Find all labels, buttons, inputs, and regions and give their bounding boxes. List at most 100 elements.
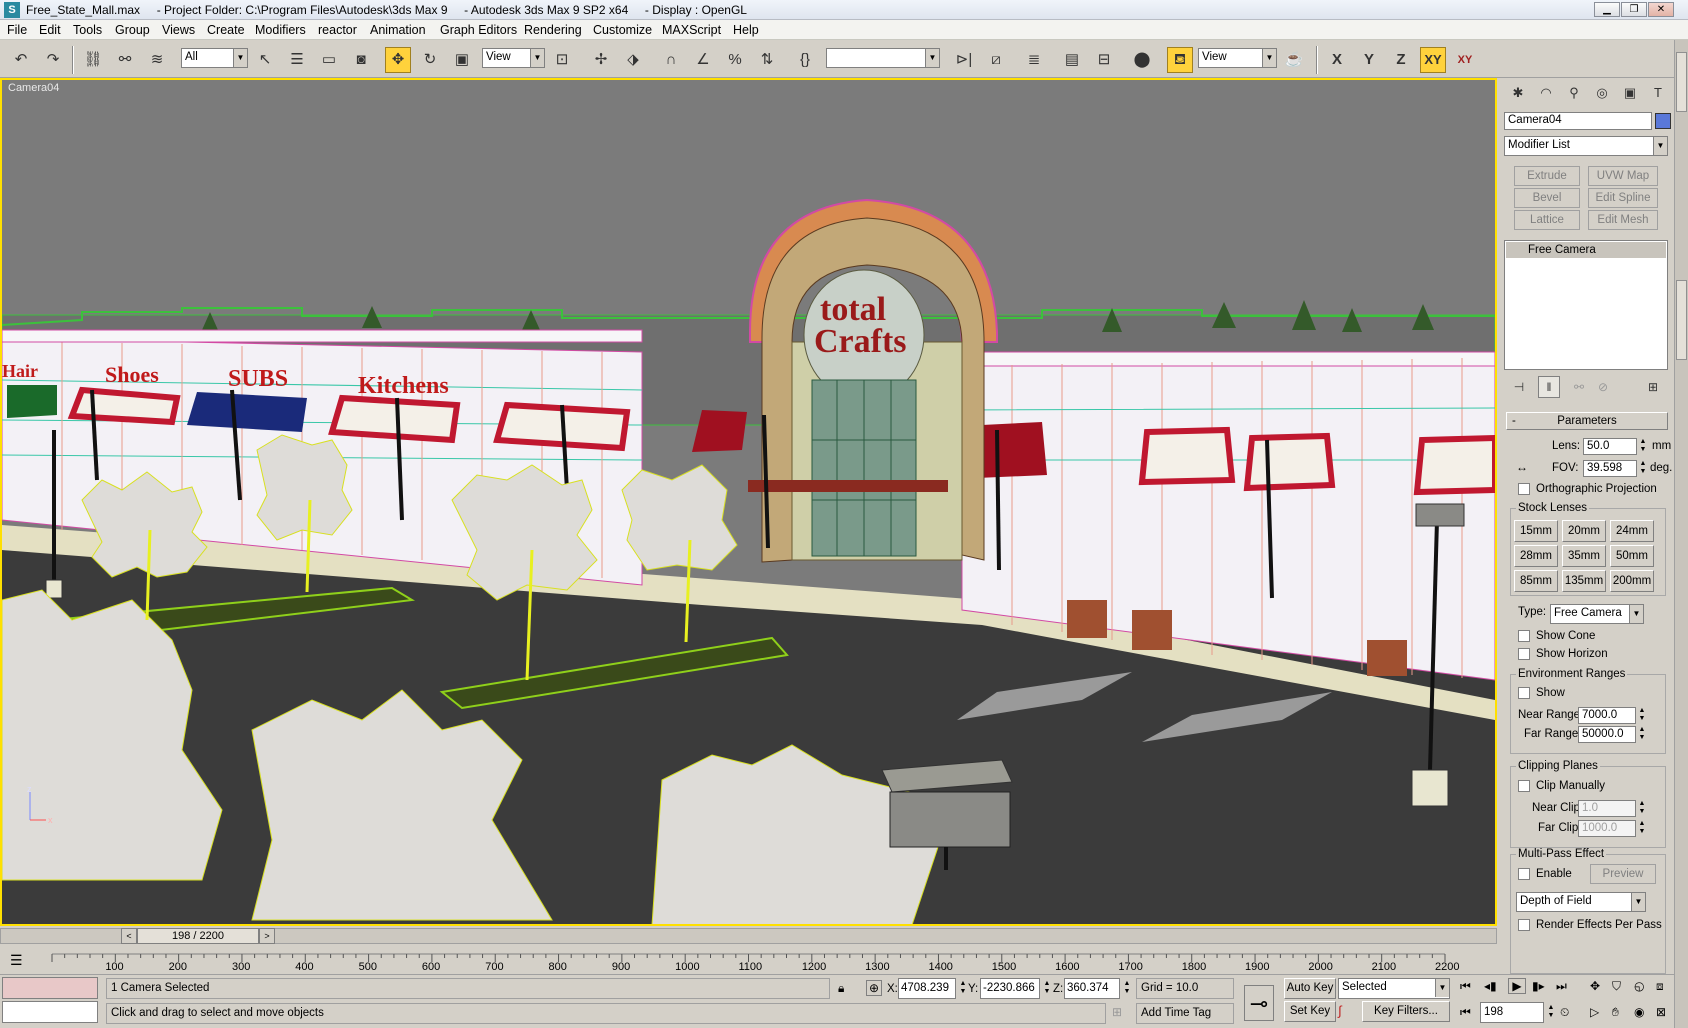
fov-spinner[interactable]: ▲ ▼ [1638,460,1648,477]
display-tab-icon[interactable]: ▣ [1618,82,1642,104]
viewport-label[interactable]: Camera04 [8,82,59,94]
z-spinner[interactable]: ▲ ▼ [1122,980,1132,997]
select-and-rotate-icon[interactable]: ↻ [417,47,443,73]
render-effects-checkbox[interactable] [1518,919,1530,931]
configure-modifier-sets-icon[interactable]: ⊞ [1642,376,1664,398]
use-pivot-center-icon[interactable]: ⊡ [549,47,575,73]
object-color-swatch[interactable] [1655,113,1671,129]
menu-rendering[interactable]: Rendering [524,23,582,37]
reference-coordinate-dropdown[interactable]: View ▼ [482,48,545,68]
app-icon[interactable]: S [4,2,20,18]
edit-spline-button[interactable]: Edit Spline [1588,188,1658,208]
show-cone-checkbox[interactable] [1518,630,1530,642]
lens-85mm-button[interactable]: 85mm [1514,570,1558,592]
clip-manually-checkbox[interactable] [1518,780,1530,792]
select-and-link-icon[interactable]: ⛓ [80,47,106,73]
edit-named-selections-icon[interactable]: {} [792,47,818,73]
pan-icon[interactable]: ✋︎ [1612,1005,1619,1020]
set-key-mode-icon[interactable]: ⊸ [1244,985,1274,1021]
lens-35mm-button[interactable]: 35mm [1562,545,1606,567]
add-time-tag-button[interactable]: Add Time Tag [1136,1003,1234,1024]
snaps-toggle-icon[interactable]: ∩ [658,47,684,73]
restrict-x-button[interactable]: X [1324,47,1350,73]
set-key-button[interactable]: Set Key [1284,1001,1336,1022]
absolute-mode-icon[interactable]: ⊕ [866,980,882,996]
menu-graph-editors[interactable]: Graph Editors [440,23,517,37]
y-spinner[interactable]: ▲ ▼ [1042,980,1052,997]
close-button[interactable]: ✕ [1648,2,1674,17]
render-view-dropdown[interactable]: View ▼ [1198,48,1277,68]
next-frame-icon[interactable]: > [259,928,275,944]
object-name-field[interactable]: Camera04 [1504,112,1652,130]
current-frame-field[interactable]: 198 [1480,1002,1544,1023]
maxscript-listener-mini[interactable] [2,977,98,999]
modify-tab-icon[interactable]: ◠ [1534,82,1558,104]
bevel-profile-button[interactable]: Bevel Profile [1514,188,1580,222]
command-panel-scrollbar[interactable] [1674,40,1688,1028]
restrict-z-button[interactable]: Z [1388,47,1414,73]
parameters-rollout-header[interactable]: - Parameters [1506,412,1668,430]
menu-customize[interactable]: Customize [593,23,652,37]
scrollbar-thumb[interactable] [1676,280,1687,360]
far-clip-spinner[interactable]: ▲ ▼ [1637,820,1647,837]
render-scene-icon[interactable]: ⛾ [1167,47,1193,73]
lens-20mm-button[interactable]: 20mm [1562,520,1606,542]
manipulate-icon[interactable]: ✢ [588,47,614,73]
go-to-start-icon[interactable]: ⏮ [1460,979,1471,994]
rectangular-selection-icon[interactable]: ▭ [316,47,342,73]
spinner-snap-icon[interactable]: ⇅ [754,47,780,73]
layer-manager-icon[interactable]: ≣ [1021,47,1047,73]
time-slider-thumb[interactable]: 198 / 2200 [137,928,259,944]
key-selection-dropdown[interactable]: Selected ▼ [1338,978,1450,999]
curve-editor-icon[interactable]: ▤ [1059,47,1085,73]
select-and-move-icon[interactable]: ✥ [385,47,411,73]
menu-maxscript[interactable]: MAXScript [662,23,721,37]
redo-icon[interactable]: ↷ [40,47,66,73]
extrude-button[interactable]: Extrude [1514,166,1580,186]
show-horizon-checkbox[interactable] [1518,648,1530,660]
menu-tools[interactable]: Tools [73,23,102,37]
hierarchy-tab-icon[interactable]: ⚲ [1562,82,1586,104]
menu-file[interactable]: File [7,23,27,37]
far-range-spinner[interactable]: ▲ ▼ [1637,726,1647,743]
multi-pass-enable-checkbox[interactable] [1518,868,1530,880]
show-end-result-icon[interactable]: ‖ [1538,376,1560,398]
go-to-end-icon[interactable]: ⏭ [1556,979,1567,994]
modifier-stack[interactable]: Free Camera [1504,240,1668,370]
percent-snap-icon[interactable]: % [722,47,748,73]
lattice-button[interactable]: Lattice [1514,210,1580,230]
menu-edit[interactable]: Edit [39,23,61,37]
env-show-checkbox[interactable] [1518,687,1530,699]
stack-item-free-camera[interactable]: Free Camera [1506,242,1666,258]
angle-snap-icon[interactable]: ∠ [690,47,716,73]
lens-200mm-button[interactable]: 200mm [1610,570,1654,592]
near-clip-spinner[interactable]: ▲ ▼ [1637,800,1647,817]
far-range-field[interactable]: 50000.0 [1578,726,1636,743]
restrict-y-button[interactable]: Y [1356,47,1382,73]
z-coordinate-field[interactable]: 360.374 [1064,978,1120,999]
menu-group[interactable]: Group [115,23,150,37]
fov-field[interactable]: 39.598 [1583,460,1637,477]
modifier-list-dropdown[interactable]: Modifier List ▼ [1504,136,1668,156]
near-range-field[interactable]: 7000.0 [1578,707,1636,724]
next-key-icon[interactable]: ▮▸ [1532,979,1545,993]
schematic-view-icon[interactable]: ⊟ [1091,47,1117,73]
x-coordinate-field[interactable]: 4708.239 [898,978,956,999]
lens-28mm-button[interactable]: 28mm [1514,545,1558,567]
scrollbar-thumb[interactable] [1676,52,1687,112]
mirror-icon[interactable]: ⊳| [951,47,977,73]
pin-stack-icon[interactable]: ⊣ [1508,376,1530,398]
restrict-xy-button[interactable]: XY [1420,47,1446,73]
unlink-selection-icon[interactable]: ⚯ [112,47,138,73]
make-unique-icon[interactable]: ⚯ [1568,376,1590,398]
maximize-button[interactable]: ❐ [1621,2,1647,17]
maximize-viewport-icon[interactable]: ⊠ [1656,1005,1666,1019]
edit-mesh-button[interactable]: Edit Mesh [1588,210,1658,230]
undo-icon[interactable]: ↶ [8,47,34,73]
lock-selection-icon[interactable]: 🔒︎ [838,981,844,996]
track-bar[interactable]: ☰ 100 200 300 400 500 600 700 800 900 1000 1100 120… [0,946,1497,974]
named-selection-sets-dropdown[interactable]: ▼ [826,48,940,68]
zoom-extents-all-icon[interactable]: ⧈ [1656,979,1664,994]
far-clip-field[interactable]: 1000.0 [1578,820,1636,837]
play-icon[interactable]: ▶ [1508,978,1526,994]
